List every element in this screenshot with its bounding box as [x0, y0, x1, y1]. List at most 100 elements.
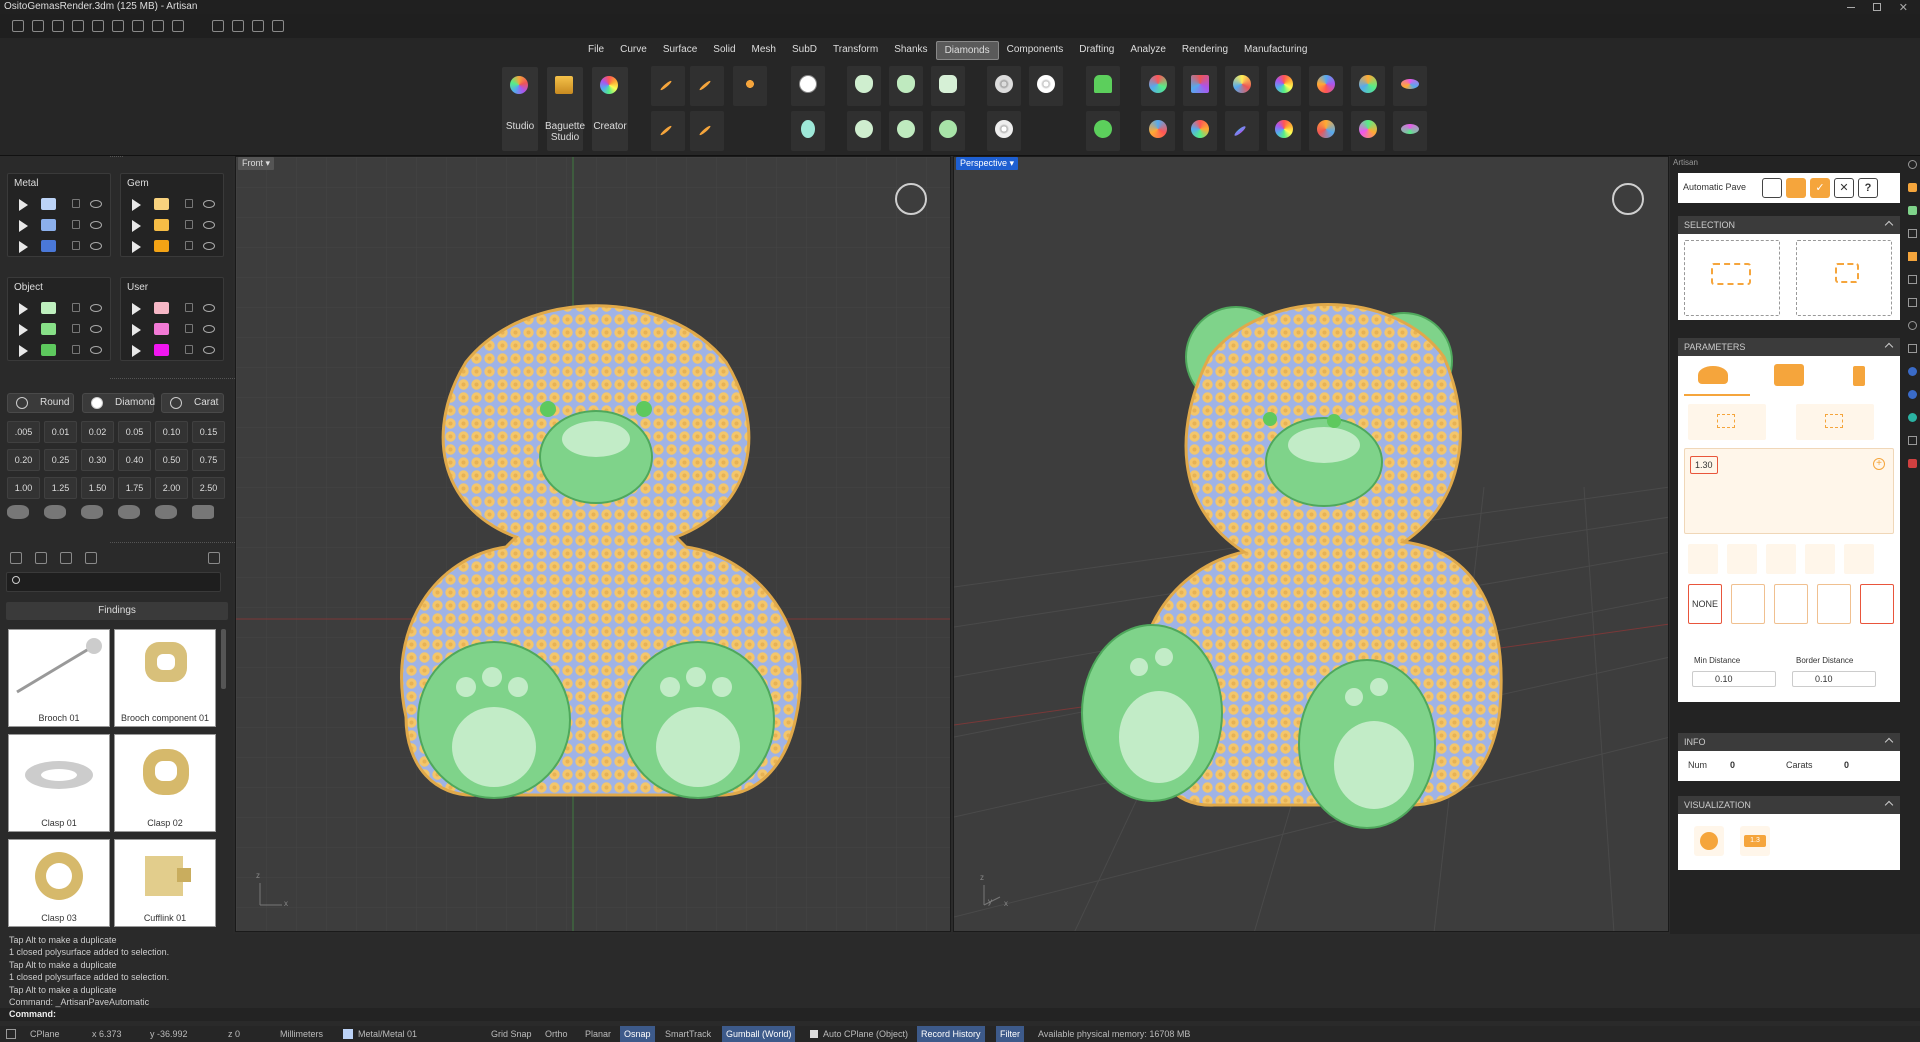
gear-icon[interactable]: [252, 20, 264, 32]
size-label-toggle[interactable]: 1.3: [1740, 826, 1770, 856]
gem-profile-icon[interactable]: [81, 505, 103, 519]
color-analysis-button[interactable]: [1141, 66, 1175, 106]
chevron-up-icon[interactable]: [1884, 737, 1894, 747]
layer-row[interactable]: [121, 236, 223, 257]
save-icon[interactable]: [132, 20, 144, 32]
gem-curve-button[interactable]: [651, 111, 685, 151]
dollar-icon[interactable]: [1908, 321, 1917, 330]
display-icon[interactable]: [1908, 275, 1917, 284]
layer-row[interactable]: [121, 194, 223, 215]
auto-size-button[interactable]: [1688, 404, 1766, 440]
layer-row[interactable]: [121, 215, 223, 236]
baguette-studio-button[interactable]: Baguette Studio: [545, 67, 585, 151]
gumball-icon[interactable]: [272, 20, 284, 32]
size-button[interactable]: 0.30: [81, 449, 114, 471]
layer-color-swatch[interactable]: [154, 323, 169, 335]
channel-setting-button[interactable]: [931, 66, 965, 106]
unit-filter-dropdown[interactable]: Carat: [161, 393, 224, 413]
lock-icon[interactable]: [185, 324, 193, 333]
lock-icon[interactable]: [72, 220, 80, 229]
size-button[interactable]: 1.25: [44, 477, 77, 499]
new-file-icon[interactable]: [12, 20, 24, 32]
play-icon[interactable]: [132, 241, 141, 253]
record-history-toggle[interactable]: Record History: [917, 1026, 985, 1042]
menu-tab-drafting[interactable]: Drafting: [1071, 41, 1122, 60]
layer-color-swatch[interactable]: [41, 240, 56, 252]
gem-profile-icon[interactable]: [192, 505, 214, 519]
lock-icon[interactable]: [185, 220, 193, 229]
star-setting-button[interactable]: [931, 111, 965, 151]
eye-icon[interactable]: [203, 346, 215, 354]
eye-icon[interactable]: [203, 325, 215, 333]
redo-icon[interactable]: [112, 20, 124, 32]
shape-filter-dropdown[interactable]: Round: [7, 393, 74, 413]
layers-icon[interactable]: [1908, 206, 1917, 215]
cluster-button[interactable]: [987, 66, 1021, 106]
size-button[interactable]: 0.10: [155, 421, 188, 443]
border-distance-input[interactable]: 0.10: [1792, 671, 1876, 687]
material-icon[interactable]: [1908, 367, 1917, 376]
gem-search-button[interactable]: [1351, 66, 1385, 106]
menu-tab-subd[interactable]: SubD: [784, 41, 825, 60]
gem-flat-button[interactable]: [1393, 66, 1427, 106]
smarttrack-toggle[interactable]: SmartTrack: [665, 1026, 711, 1042]
ortho-toggle[interactable]: Ortho: [545, 1026, 568, 1042]
play-icon[interactable]: [19, 303, 28, 315]
filter-toggle[interactable]: Filter: [996, 1026, 1024, 1042]
gem-profile-icon[interactable]: [155, 505, 177, 519]
select-surface-button[interactable]: [1684, 240, 1780, 316]
record-icon[interactable]: [1908, 459, 1917, 468]
creator-button[interactable]: Creator: [592, 67, 628, 151]
color-flat-button[interactable]: [1393, 111, 1427, 151]
layer-row[interactable]: [8, 340, 110, 361]
layer-color-swatch[interactable]: [41, 323, 56, 335]
layer-color-swatch[interactable]: [154, 198, 169, 210]
gem-line-button[interactable]: [651, 66, 685, 106]
cutter-button[interactable]: [1086, 66, 1120, 106]
size-chip[interactable]: 1.30: [1690, 456, 1718, 474]
color-mix-button[interactable]: [1309, 111, 1343, 151]
checkbox-icon[interactable]: [810, 1030, 818, 1038]
command-prompt-input[interactable]: Command:: [0, 1008, 1920, 1021]
chevron-up-icon[interactable]: [1884, 342, 1894, 352]
lock-icon[interactable]: [185, 303, 193, 312]
eye-icon[interactable]: [203, 221, 215, 229]
eye-icon[interactable]: [203, 304, 215, 312]
play-icon[interactable]: [19, 241, 28, 253]
lock-icon[interactable]: [72, 199, 80, 208]
menu-tab-rendering[interactable]: Rendering: [1174, 41, 1236, 60]
section-header-parameters[interactable]: PARAMETERS: [1678, 338, 1900, 356]
oval-gem-button[interactable]: [791, 111, 825, 151]
lock-icon[interactable]: [185, 241, 193, 250]
gear-icon[interactable]: [1908, 160, 1917, 169]
type-filter-dropdown[interactable]: Diamond: [82, 393, 155, 413]
color-ring-button[interactable]: [1183, 111, 1217, 151]
hand-icon[interactable]: [1762, 178, 1782, 198]
menu-tab-diamonds[interactable]: Diamonds: [935, 41, 999, 60]
front-viewport[interactable]: Front ▾ z x: [235, 156, 951, 932]
cancel-icon[interactable]: ✕: [1834, 178, 1854, 198]
gem-between-button[interactable]: [690, 66, 724, 106]
layer-row[interactable]: [121, 319, 223, 340]
import-icon[interactable]: [72, 20, 84, 32]
layer-color-swatch[interactable]: [41, 302, 56, 314]
prong-setting-button[interactable]: [847, 66, 881, 106]
menu-tab-transform[interactable]: Transform: [825, 41, 886, 60]
lock-icon[interactable]: [1766, 544, 1796, 574]
help-button[interactable]: ?: [1858, 178, 1878, 198]
play-icon[interactable]: [132, 220, 141, 232]
layer-row[interactable]: [121, 340, 223, 361]
spectrum-button[interactable]: [1267, 66, 1301, 106]
panel-grip[interactable]: [110, 156, 123, 162]
min-distance-input[interactable]: 0.10: [1692, 671, 1776, 687]
bezel-setting-button[interactable]: [889, 66, 923, 106]
gem-color-button[interactable]: [1309, 66, 1343, 106]
eye-icon[interactable]: [90, 200, 102, 208]
library-item-card[interactable]: Clasp 02: [114, 734, 216, 832]
size-button[interactable]: 0.02: [81, 421, 114, 443]
lock-icon[interactable]: [72, 324, 80, 333]
folder-add-icon[interactable]: [10, 552, 22, 564]
size-button[interactable]: .005: [7, 421, 40, 443]
lock-icon[interactable]: [72, 303, 80, 312]
unlock-icon[interactable]: [1805, 544, 1835, 574]
